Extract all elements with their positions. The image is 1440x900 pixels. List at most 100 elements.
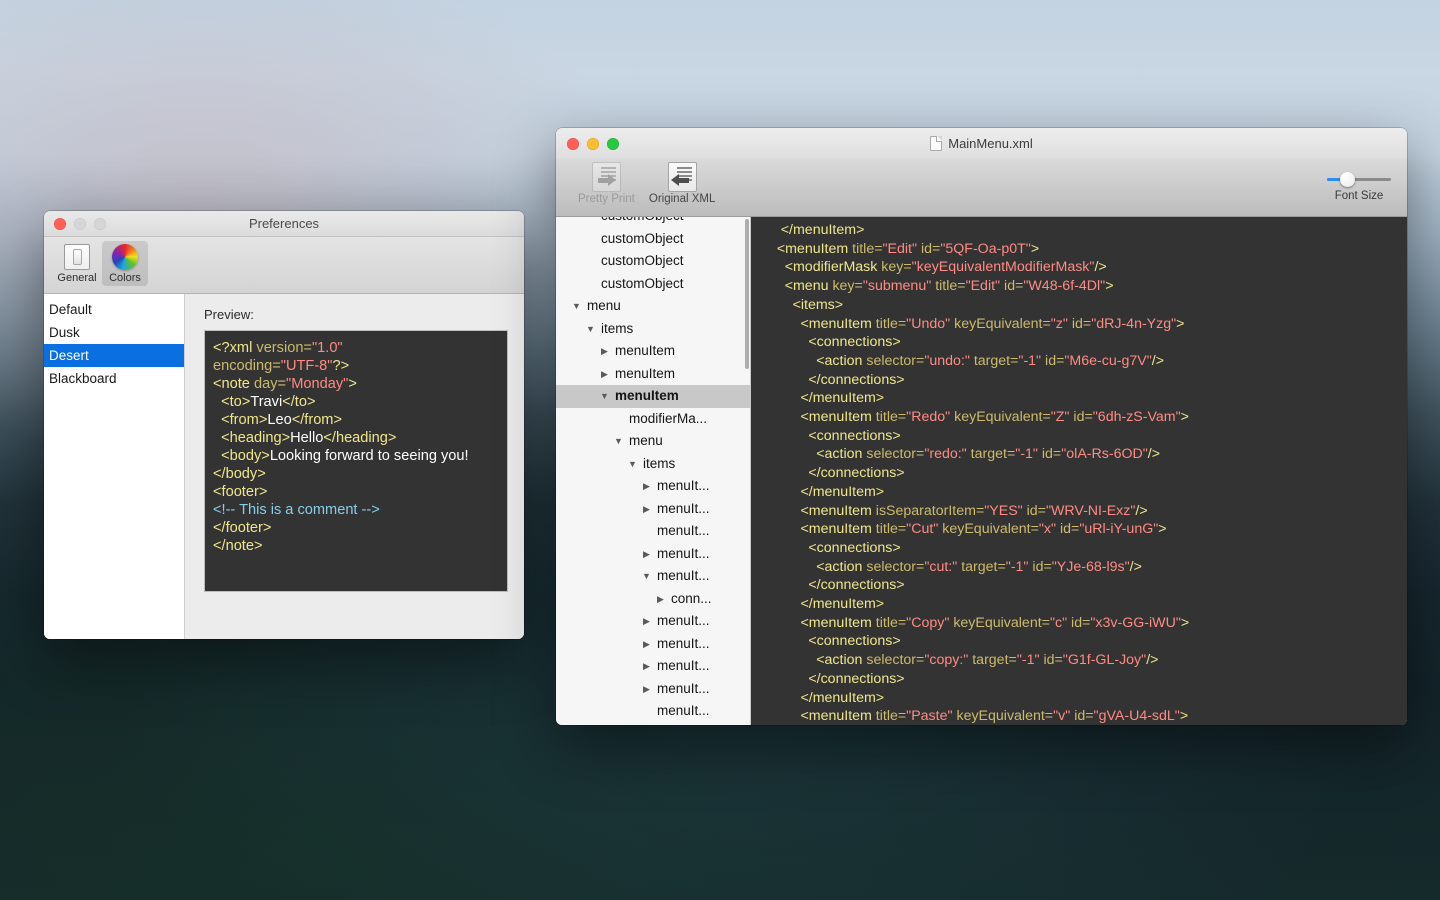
chevron-right-icon[interactable]: ▶: [640, 475, 653, 498]
theme-row[interactable]: Blackboard: [44, 367, 184, 390]
chevron-right-icon[interactable]: ▶: [640, 498, 653, 521]
tree-row[interactable]: customObject: [556, 217, 750, 228]
code-token-val: "v": [1053, 708, 1071, 725]
code-token-attr: selector=: [866, 558, 925, 575]
tree-row[interactable]: ▼ menuItem: [556, 385, 750, 408]
xml-outline-tree[interactable]: customObject customObject customObject c…: [556, 217, 751, 725]
code-token-attr: keyEquivalent=: [952, 708, 1054, 725]
tree-scrollbar[interactable]: [745, 219, 749, 369]
code-token-tag: <connections>: [765, 427, 901, 444]
code-token-decl: ?>: [332, 358, 350, 374]
code-token-tag: >: [1030, 240, 1040, 257]
slider-knob[interactable]: [1340, 172, 1355, 187]
tree-row[interactable]: ▼ menuIt...: [556, 565, 750, 588]
chevron-down-icon[interactable]: ▼: [584, 318, 597, 341]
tree-row[interactable]: ▶ menuIt...: [556, 498, 750, 521]
code-token-attr: isSeparatorItem=: [875, 502, 985, 519]
code-line: <menuItem title="Edit" id="5QF-Oa-p0T">: [751, 240, 1407, 259]
chevron-right-icon[interactable]: ▶: [598, 363, 611, 386]
code-token-attr: id=: [1070, 708, 1094, 725]
chevron-right-icon[interactable]: ▶: [640, 678, 653, 701]
theme-row[interactable]: Default: [44, 298, 184, 321]
tree-row[interactable]: customObject: [556, 228, 750, 251]
tree-row[interactable]: ▼ menu: [556, 295, 750, 318]
chevron-down-icon[interactable]: ▼: [570, 295, 583, 318]
toolbar-tab-colors[interactable]: Colors: [102, 241, 148, 286]
code-token-tag: />: [1135, 502, 1148, 519]
tree-row[interactable]: ▶ menuIt...: [556, 678, 750, 701]
code-line: </menuItem>: [751, 689, 1407, 708]
color-wheel-icon: [112, 244, 138, 270]
tree-row[interactable]: customObject: [556, 273, 750, 296]
code-token-attr: encoding=: [213, 358, 281, 374]
code-line: <connections>: [751, 333, 1407, 352]
chevron-down-icon[interactable]: ▼: [598, 385, 611, 408]
tree-row-label: menuIt...: [657, 500, 710, 516]
code-line: <menuItem title="Cut" keyEquivalent="x" …: [751, 520, 1407, 539]
chevron-right-icon[interactable]: ▶: [654, 588, 667, 611]
code-token-attr: title=: [875, 409, 907, 426]
tree-row[interactable]: ▶ menuIt...: [556, 655, 750, 678]
pretty-print-button[interactable]: Pretty Print: [578, 162, 635, 205]
tree-row[interactable]: ▶ menuIt...: [556, 475, 750, 498]
theme-row[interactable]: Dusk: [44, 321, 184, 344]
code-token-attr: id=: [1028, 558, 1052, 575]
code-line: <?xml version="1.0": [213, 339, 499, 357]
code-token-tag: <menuItem: [765, 521, 876, 538]
tree-row-label: customObject: [601, 230, 684, 246]
code-token-val: "-1": [1018, 352, 1042, 369]
code-token-attr: keyEquivalent=: [950, 409, 1051, 426]
code-token-tag: />: [1147, 446, 1161, 463]
tree-row[interactable]: ▼ menu: [556, 430, 750, 453]
code-token-text: Travi: [250, 394, 283, 410]
code-token-val: "gVA-U4-sdL": [1093, 708, 1180, 725]
tree-row[interactable]: ▶ menuIt...: [556, 543, 750, 566]
code-token-tag: <menu: [765, 278, 833, 295]
chevron-right-icon[interactable]: ▶: [640, 610, 653, 633]
code-line: <footer>: [213, 483, 499, 501]
code-line: <note day="Monday">: [213, 375, 499, 393]
chevron-down-icon[interactable]: ▼: [626, 453, 639, 476]
code-token-tag: >: [1179, 708, 1189, 725]
code-token-attr: key=: [881, 259, 912, 276]
tree-row[interactable]: menuIt...: [556, 700, 750, 723]
tree-row[interactable]: ▶ menuItem: [556, 340, 750, 363]
tree-row[interactable]: ▶ menuIt...: [556, 610, 750, 633]
chevron-right-icon[interactable]: ▶: [640, 633, 653, 656]
code-token-tag: >: [1105, 278, 1114, 295]
tree-row[interactable]: ▶ conn...: [556, 588, 750, 611]
code-token-tag: <menuItem: [765, 409, 876, 426]
chevron-right-icon[interactable]: ▶: [640, 655, 653, 678]
preferences-titlebar[interactable]: Preferences: [44, 211, 524, 237]
chevron-right-icon[interactable]: ▶: [640, 543, 653, 566]
tree-row[interactable]: menuIt...: [556, 520, 750, 543]
code-token-tag: />: [1151, 352, 1164, 369]
code-line: <action selector="cut:" target="-1" id="…: [751, 558, 1407, 577]
theme-row[interactable]: Desert: [44, 344, 184, 367]
xml-source-editor[interactable]: </menuItem> <menuItem title="Edit" id="5…: [751, 217, 1407, 725]
code-token-attr: keyEquivalent=: [938, 521, 1039, 538]
code-token-val: "WRV-NI-Exz": [1045, 502, 1136, 519]
theme-list[interactable]: Default Dusk Desert Blackboard: [44, 294, 185, 639]
tree-row[interactable]: customObject: [556, 250, 750, 273]
original-xml-button[interactable]: Original XML: [649, 162, 715, 205]
chevron-right-icon[interactable]: ▶: [598, 340, 611, 363]
toolbar-tab-general[interactable]: General: [54, 241, 100, 286]
tree-row[interactable]: ▼ items: [556, 318, 750, 341]
xml-titlebar[interactable]: MainMenu.xml: [556, 128, 1407, 159]
code-token-tag: >: [1176, 315, 1185, 332]
tree-row[interactable]: ▶ menuIt...: [556, 633, 750, 656]
tree-row[interactable]: ▶ menuItem: [556, 363, 750, 386]
code-token-tag: <heading>: [213, 430, 291, 446]
code-token-val: "6dh-zS-Vam": [1092, 409, 1181, 426]
tree-row[interactable]: ▼ items: [556, 453, 750, 476]
tree-row[interactable]: modifierMa...: [556, 408, 750, 431]
font-size-slider[interactable]: [1327, 171, 1391, 187]
chevron-down-icon[interactable]: ▼: [640, 565, 653, 588]
code-token-tag: </connections>: [765, 670, 905, 687]
code-token-val: "x3v-GG-iWU": [1090, 614, 1181, 631]
chevron-down-icon[interactable]: ▼: [612, 430, 625, 453]
code-token-val: "olA-Rs-6OD": [1061, 446, 1148, 463]
code-token-attr: selector=: [866, 446, 925, 463]
code-token-attr: keyEquivalent=: [950, 315, 1051, 332]
